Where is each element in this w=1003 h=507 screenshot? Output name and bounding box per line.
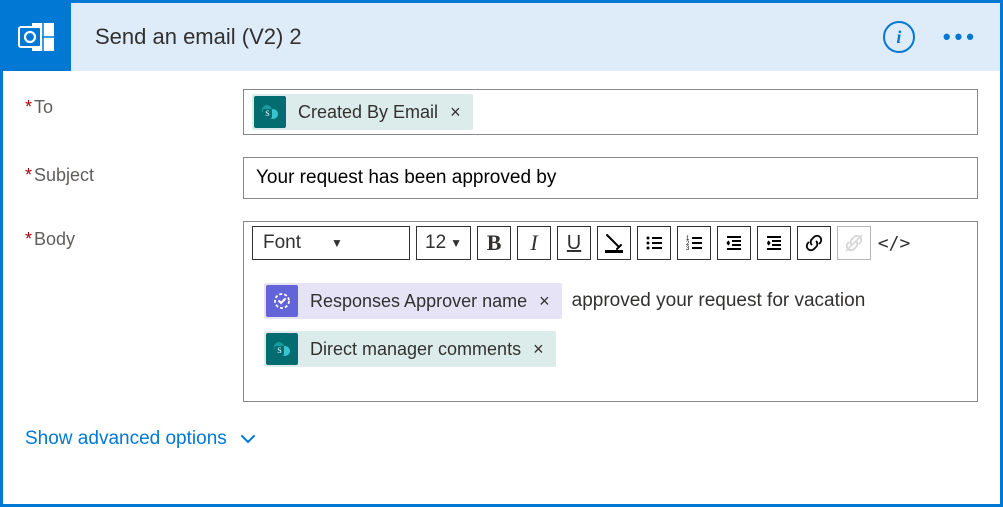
font-family-dropdown[interactable]: Font▼ (252, 226, 410, 260)
row-subject: *Subject (25, 157, 978, 199)
label-subject: *Subject (25, 157, 243, 186)
label-to: *To (25, 89, 243, 118)
body-line-2: S Direct manager comments × (264, 331, 957, 367)
font-size-dropdown[interactable]: 12▼ (416, 226, 471, 260)
token-remove-button[interactable]: × (535, 284, 554, 318)
row-to: *To S Created By Email × (25, 89, 978, 135)
svg-text:S: S (277, 346, 281, 355)
body-editor: Font▼ 12▼ B I U 123 (243, 221, 978, 402)
italic-button[interactable]: I (517, 226, 551, 260)
token-remove-button[interactable]: × (529, 332, 548, 366)
token-remove-button[interactable]: × (446, 102, 465, 123)
rich-text-toolbar: Font▼ 12▼ B I U 123 (244, 222, 977, 265)
more-menu-button[interactable]: ••• (935, 20, 986, 54)
outlook-connector-icon (3, 3, 71, 71)
bold-button[interactable]: B (477, 226, 511, 260)
font-color-button[interactable] (597, 226, 631, 260)
token-label: Responses Approver name (300, 284, 535, 318)
card-body: *To S Created By Email × *Subject *Body … (3, 71, 1000, 504)
subject-input[interactable] (243, 157, 978, 199)
row-body: *Body Font▼ 12▼ B I U 123 (25, 221, 978, 402)
sharepoint-icon: S (254, 96, 286, 128)
token-responses-approver-name[interactable]: Responses Approver name × (264, 283, 562, 319)
show-advanced-options-toggle[interactable]: Show advanced options (25, 428, 257, 450)
info-button[interactable]: i (883, 21, 915, 53)
token-created-by-email[interactable]: S Created By Email × (252, 94, 473, 130)
indent-button[interactable] (757, 226, 791, 260)
approvals-icon (266, 285, 298, 317)
body-line-1: Responses Approver name × approved your … (264, 283, 957, 319)
token-label: Direct manager comments (300, 332, 529, 366)
numbered-list-button[interactable]: 123 (677, 226, 711, 260)
body-content-area[interactable]: Responses Approver name × approved your … (244, 265, 977, 401)
card-title: Send an email (V2) 2 (95, 24, 883, 50)
link-button[interactable] (797, 226, 831, 260)
token-label: Created By Email (288, 102, 446, 123)
token-direct-manager-comments[interactable]: S Direct manager comments × (264, 331, 556, 367)
to-field[interactable]: S Created By Email × (243, 89, 978, 135)
unlink-button (837, 226, 871, 260)
label-body: *Body (25, 221, 243, 250)
underline-button[interactable]: U (557, 226, 591, 260)
svg-text:S: S (265, 109, 269, 118)
bullet-list-button[interactable] (637, 226, 671, 260)
sharepoint-icon: S (266, 333, 298, 365)
outdent-button[interactable] (717, 226, 751, 260)
chevron-down-icon (239, 430, 257, 448)
body-static-text: approved your request for vacation (572, 283, 866, 319)
code-view-button[interactable]: </> (877, 226, 911, 260)
flow-action-card: Send an email (V2) 2 i ••• *To S Created… (0, 0, 1003, 507)
card-header: Send an email (V2) 2 i ••• (3, 3, 1000, 71)
svg-text:3: 3 (686, 246, 690, 252)
